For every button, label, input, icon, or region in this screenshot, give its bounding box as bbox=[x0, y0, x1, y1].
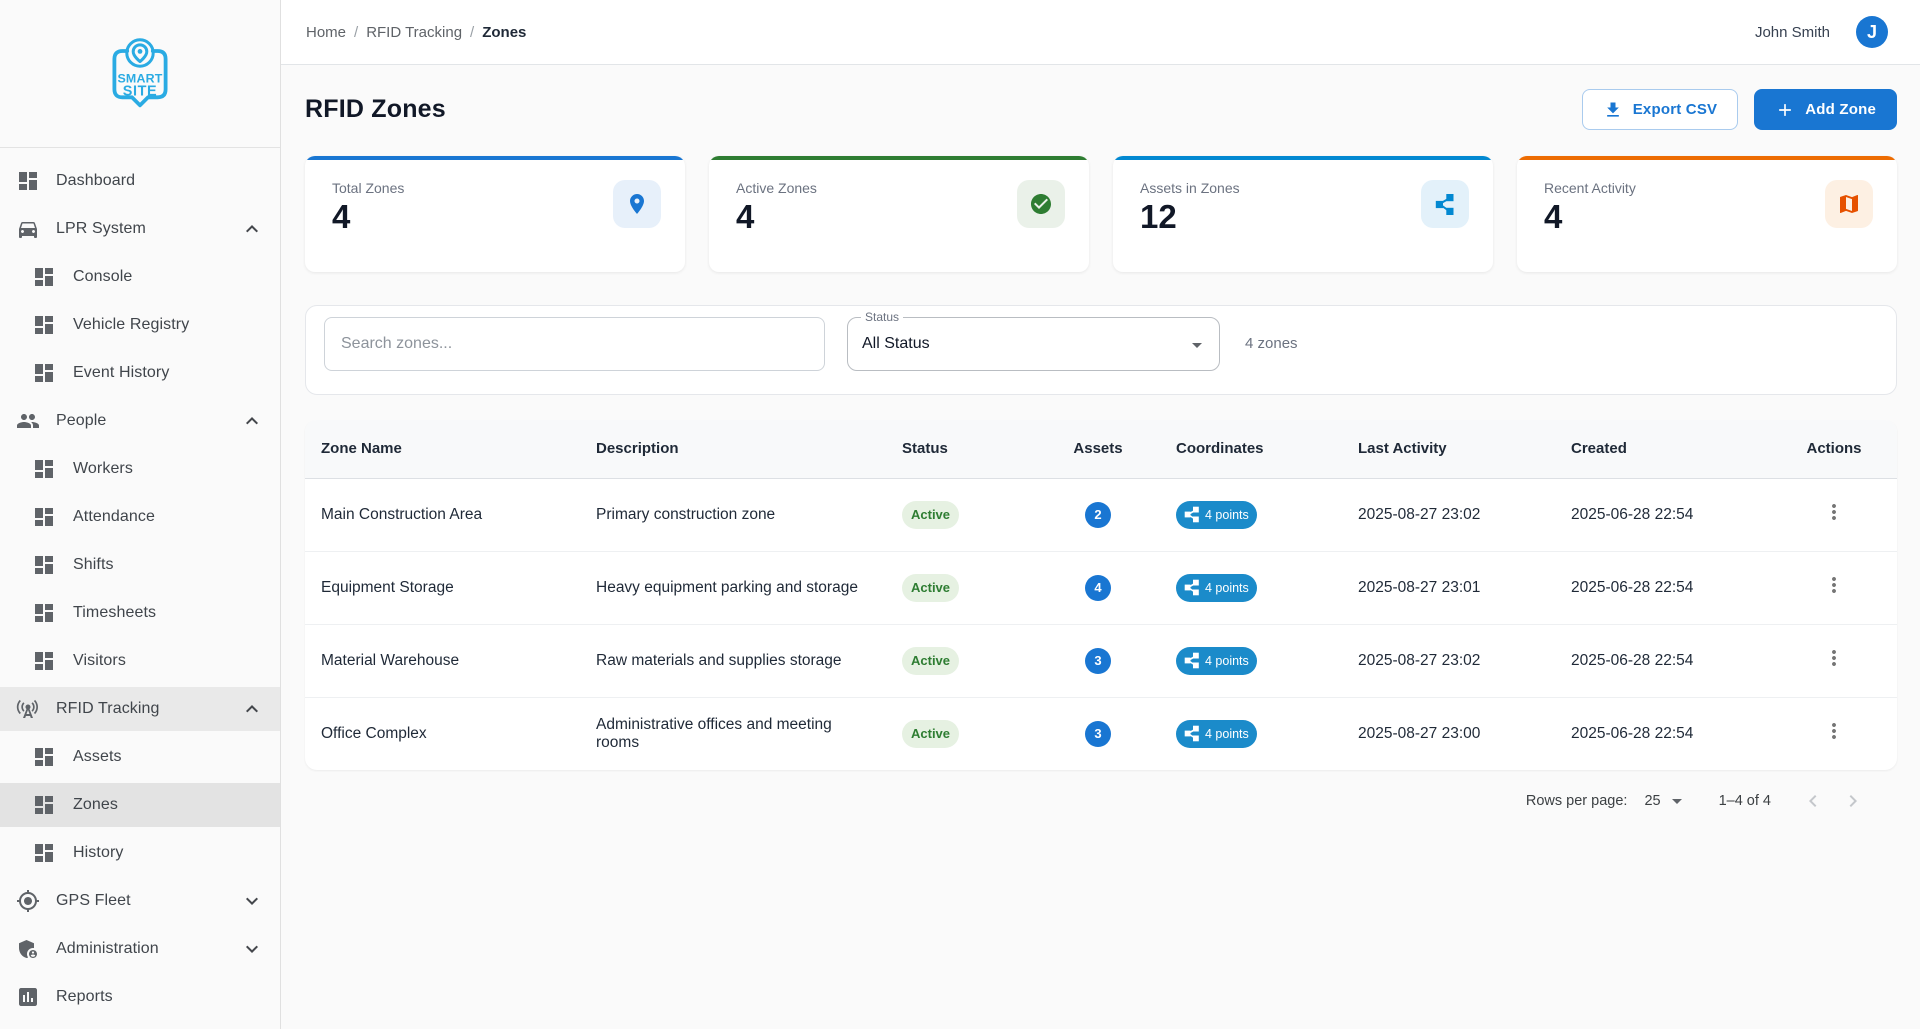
svg-text:SITE: SITE bbox=[123, 83, 157, 99]
